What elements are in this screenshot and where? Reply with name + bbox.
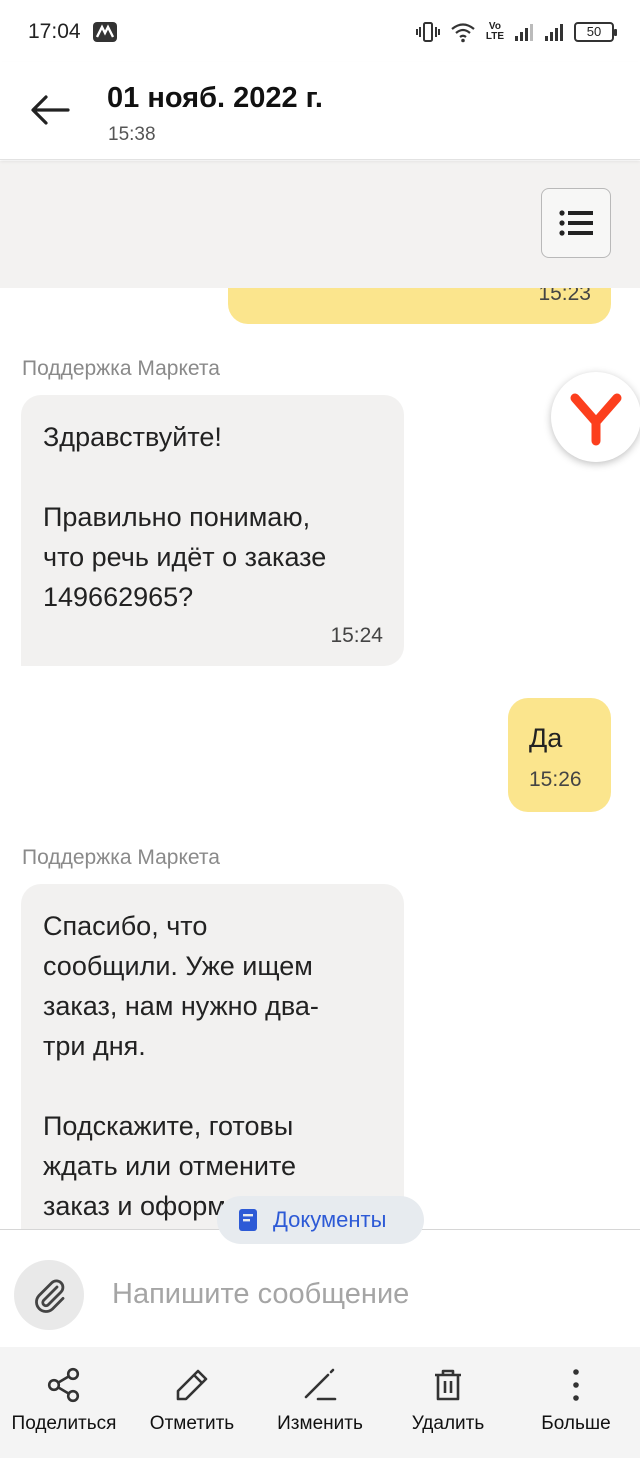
edit-line-icon xyxy=(304,1368,337,1401)
signal-icon xyxy=(515,24,533,41)
delete-button[interactable]: Удалить xyxy=(384,1347,512,1458)
signal-icon-2 xyxy=(545,24,563,41)
share-label: Поделиться xyxy=(11,1413,117,1434)
more-label: Больше xyxy=(541,1413,611,1434)
mark-label: Отметить xyxy=(149,1413,235,1434)
chat-header: 01 нояб. 2022 г. 15:38 xyxy=(0,62,640,160)
message-sender: Поддержка Маркета xyxy=(22,846,220,869)
message-time: 15:24 xyxy=(330,624,383,647)
app-notification-icon xyxy=(93,22,117,42)
status-time: 17:04 xyxy=(28,20,81,43)
documents-chip[interactable]: Документы xyxy=(217,1196,424,1244)
delete-label: Удалить xyxy=(411,1413,485,1434)
share-button[interactable]: Поделиться xyxy=(0,1347,128,1458)
page-subtitle-time: 15:38 xyxy=(108,124,156,145)
attach-button[interactable] xyxy=(14,1260,84,1330)
more-vertical-icon xyxy=(573,1369,579,1401)
paperclip-icon xyxy=(35,1279,65,1313)
document-icon xyxy=(239,1209,257,1231)
pencil-icon xyxy=(176,1369,208,1401)
message-sender: Поддержка Маркета xyxy=(22,357,220,380)
mark-button[interactable]: Отметить xyxy=(128,1347,256,1458)
message-time: 15:26 xyxy=(529,768,582,791)
yandex-assistant-button[interactable] xyxy=(551,372,640,462)
volte-indicator: Vo LTE xyxy=(485,21,504,42)
edit-label: Изменить xyxy=(277,1413,363,1434)
chat-messages[interactable]: 15:23 Поддержка Маркета Здравствуйте! Пр… xyxy=(0,161,640,1229)
trash-icon xyxy=(435,1369,461,1401)
vibrate-icon xyxy=(415,22,440,42)
message-input[interactable] xyxy=(112,1268,612,1320)
message-text: Да xyxy=(529,723,563,753)
wifi-icon xyxy=(451,23,475,43)
documents-chip-label: Документы xyxy=(273,1207,387,1232)
status-indicators: Vo LTE 50 xyxy=(415,18,617,46)
chat-list-button[interactable] xyxy=(541,188,611,258)
message-bubble-incoming[interactable]: Здравствуйте! Правильно понимаю, что реч… xyxy=(21,395,404,666)
bottom-action-bar: Поделиться Отметить Изменить Удалить Бол… xyxy=(0,1347,640,1458)
message-composer xyxy=(0,1229,640,1347)
battery-icon: 50 xyxy=(574,22,617,42)
list-icon xyxy=(559,210,593,236)
status-bar: 17:04 Vo LTE 50 xyxy=(0,0,640,62)
edit-button[interactable]: Изменить xyxy=(256,1347,384,1458)
arrow-left-icon xyxy=(31,95,70,125)
message-text: Здравствуйте! Правильно понимаю, что реч… xyxy=(43,422,327,612)
share-icon xyxy=(47,1367,80,1403)
message-text: Спасибо, что сообщили. Уже ищем заказ, н… xyxy=(43,911,319,1221)
message-bubble-incoming[interactable]: Спасибо, что сообщили. Уже ищем заказ, н… xyxy=(21,884,404,1229)
yandex-logo-icon xyxy=(570,393,622,446)
back-button[interactable] xyxy=(26,86,74,134)
page-title: 01 нояб. 2022 г. xyxy=(107,82,323,114)
message-bubble-outgoing[interactable]: Да 15:26 xyxy=(508,698,611,812)
more-button[interactable]: Больше xyxy=(512,1347,640,1458)
